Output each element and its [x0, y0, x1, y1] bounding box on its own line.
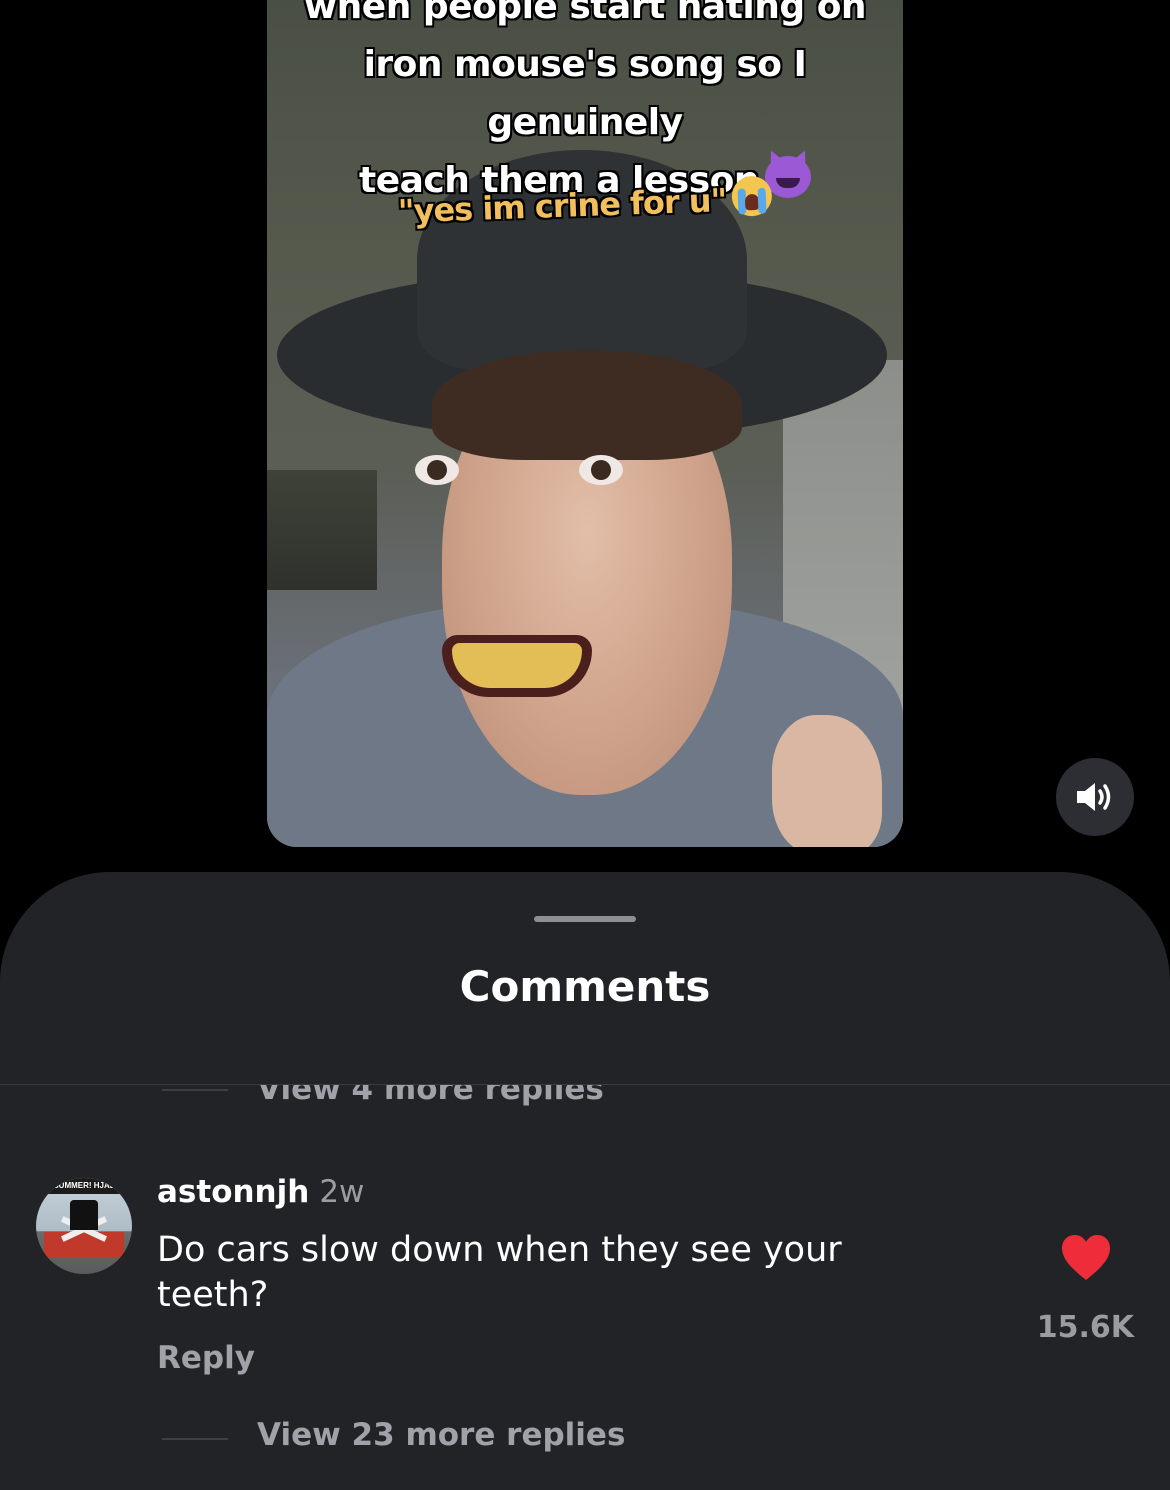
avatar-figure-body [44, 1232, 124, 1258]
comment-header: astonnjh 2w [157, 1174, 364, 1210]
comments-title: Comments [459, 962, 711, 1011]
mouth [442, 635, 592, 697]
background-shelf [267, 470, 377, 590]
teeth [452, 643, 582, 688]
comment-username[interactable]: astonnjh [157, 1174, 309, 1210]
like-count: 15.6K [1036, 1310, 1134, 1345]
speaker-on-icon [1077, 783, 1111, 811]
comments-sheet: Comments View 4 more replies SUMMER! HJA… [0, 872, 1170, 1490]
reply-button[interactable]: Reply [157, 1340, 255, 1376]
caption-line-1: when people start hating on [303, 0, 867, 27]
caption-line-2: iron mouse's song so I genuinely [363, 44, 807, 143]
video-player[interactable]: when people start hating on iron mouse's… [267, 0, 903, 847]
hand [772, 715, 882, 847]
prev-thread-clip: View 4 more replies [0, 1085, 1170, 1125]
sheet-grabber[interactable] [534, 916, 636, 922]
loudly-crying-emoji-icon [731, 175, 773, 217]
left-eye [415, 455, 459, 485]
avatar[interactable]: SUMMER! HJAL [36, 1178, 132, 1274]
comment-text: Do cars slow down when they see your tee… [157, 1230, 842, 1315]
right-eye [579, 455, 623, 485]
heart-icon[interactable] [1061, 1234, 1111, 1282]
view-more-replies-previous[interactable]: View 4 more replies [257, 1085, 604, 1107]
person-hair [432, 350, 742, 460]
avatar-banner: SUMMER! HJAL [36, 1178, 132, 1194]
reply-thread-line [162, 1438, 228, 1440]
view-more-replies-button[interactable]: View 23 more replies [257, 1417, 625, 1453]
comment-time: 2w [319, 1174, 365, 1210]
avatar-figure-head [70, 1200, 98, 1230]
volume-button[interactable] [1056, 758, 1134, 836]
reply-thread-line [162, 1089, 228, 1091]
